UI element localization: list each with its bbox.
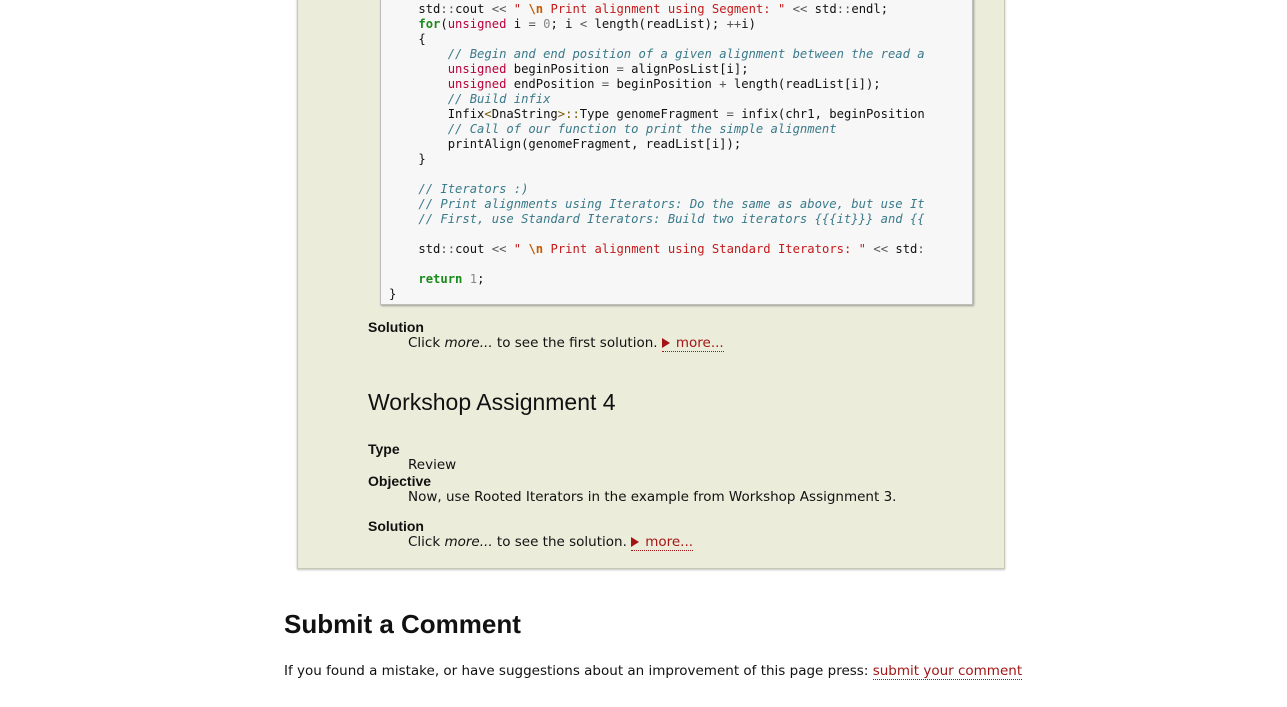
code-block: std::cout << " \n Print alignment using …	[380, 0, 973, 305]
solution-more-link[interactable]: more...	[661, 335, 724, 352]
objective-value: Now, use Rooted Iterators in the example…	[408, 489, 897, 505]
code-line: std::cout << " \n Print alignment using …	[389, 2, 889, 16]
code-line: printAlign(genomeFragment, readList[i]);	[389, 137, 742, 151]
assignment-4-solution-text: Click more... to see the solution. more.…	[408, 534, 694, 551]
code-line: for(unsigned i = 0; i < length(readList)…	[418, 17, 756, 31]
solution-more-link-label: more...	[675, 335, 724, 351]
code-line: // Begin and end position of a given ali…	[447, 47, 925, 61]
submit-comment-title: Submit a Comment	[284, 609, 521, 639]
assignment-4-more-link-label: more...	[645, 534, 694, 550]
expand-triangle-icon	[661, 338, 670, 348]
solution-text-after: to see the first solution.	[492, 335, 658, 351]
expand-triangle-icon	[631, 537, 640, 547]
objective-label: Objective	[368, 473, 432, 489]
code-line: return 1;	[418, 272, 485, 286]
code-line: // Print alignments using Iterators: Do …	[418, 197, 925, 211]
assignment-4-solution-before: Click	[408, 534, 445, 550]
assignment-4-solution-after: to see the solution.	[492, 534, 627, 550]
assignment-4-title: Workshop Assignment 4	[368, 389, 616, 415]
solution-text-before: Click	[408, 335, 445, 351]
code-line: // Call of our function to print the sim…	[447, 122, 837, 136]
code-line: {	[389, 32, 426, 46]
code-line: unsigned beginPosition = alignPosList[i]…	[447, 62, 749, 76]
submit-comment-link[interactable]: submit your comment	[872, 663, 1023, 680]
code-line: Infix<DnaString>::Type genomeFragment = …	[389, 107, 925, 121]
comment-text-body: If you found a mistake, or have suggesti…	[284, 663, 873, 679]
code-line: // Build infix	[447, 92, 551, 106]
code-line: unsigned endPosition = beginPosition + l…	[447, 77, 881, 91]
code-line: std::cout << " \n Print alignment using …	[389, 242, 925, 256]
type-value: Review	[408, 457, 457, 473]
type-label: Type	[368, 441, 400, 457]
code-line: }	[389, 152, 426, 166]
solution-label: Solution	[368, 319, 424, 335]
solution-text: Click more... to see the first solution.…	[408, 335, 724, 352]
code-line: // Iterators :)	[418, 182, 529, 196]
code-line: }	[389, 287, 397, 301]
solution-text-em: more...	[444, 335, 493, 351]
code-line: // First, use Standard Iterators: Build …	[418, 212, 925, 226]
assignment-4-solution-label: Solution	[368, 518, 424, 534]
comment-text: If you found a mistake, or have suggesti…	[284, 663, 1023, 680]
assignment-4-more-link[interactable]: more...	[631, 534, 694, 551]
assignment-4-solution-em: more...	[444, 534, 493, 550]
code-text: std::cout << " \n Print alignment using …	[389, 2, 925, 302]
